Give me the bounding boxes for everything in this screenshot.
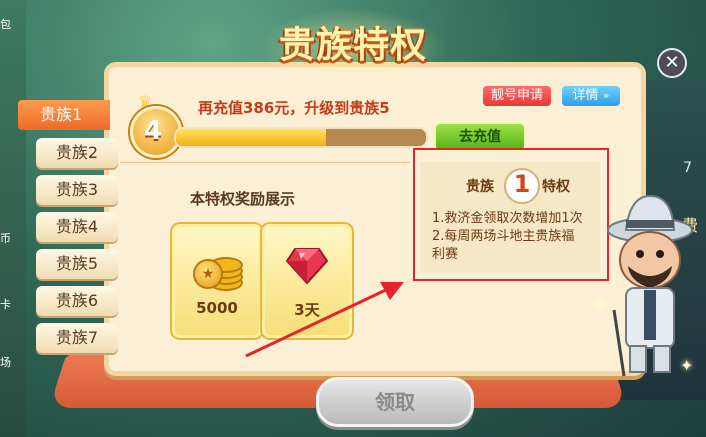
progress-fill xyxy=(176,129,326,146)
upgrade-hint-text: 再充值386元，升级到贵族5 xyxy=(198,99,390,117)
badge-level-number: 4 xyxy=(143,116,163,146)
sparkle-icon: ✦ xyxy=(680,356,694,375)
highlight-annotation-box xyxy=(413,148,609,281)
tab-noble-6[interactable]: 贵族6 xyxy=(36,286,118,316)
vanity-id-apply-button[interactable]: 靓号申请 xyxy=(483,86,551,106)
sparkle-icon: ✦ xyxy=(592,292,609,316)
tab-noble-1[interactable]: 贵族1 xyxy=(18,100,110,130)
background-label: 币 xyxy=(0,232,11,245)
divider xyxy=(120,162,410,163)
tab-noble-3[interactable]: 贵族3 xyxy=(36,175,118,205)
claim-button[interactable]: 领取 xyxy=(316,377,474,427)
mascot-character-icon xyxy=(607,194,693,377)
dialog-title: 贵族特权 xyxy=(278,25,427,66)
details-button[interactable]: 详情 » xyxy=(562,86,620,106)
tab-noble-4[interactable]: 贵族4 xyxy=(36,212,118,242)
upgrade-progress-bar xyxy=(174,127,428,148)
background-label: 包 xyxy=(0,18,11,31)
gold-coins-icon: ★ xyxy=(191,245,243,291)
background-left-strip xyxy=(0,0,26,437)
background-label: 场 xyxy=(0,356,11,369)
background-label: 7 xyxy=(683,160,692,176)
tab-noble-2[interactable]: 贵族2 xyxy=(36,138,118,168)
details-label: 详情 xyxy=(572,88,599,103)
reward-heading: 本特权奖励展示 xyxy=(190,190,296,208)
close-icon: ✕ xyxy=(664,52,680,73)
annotation-arrow-icon xyxy=(245,282,404,358)
tab-noble-7[interactable]: 贵族7 xyxy=(36,323,118,353)
chevron-right-icon: » xyxy=(602,89,610,102)
background-label: 卡 xyxy=(0,298,11,311)
tab-noble-5[interactable]: 贵族5 xyxy=(36,249,118,279)
close-button[interactable]: ✕ xyxy=(657,48,687,78)
